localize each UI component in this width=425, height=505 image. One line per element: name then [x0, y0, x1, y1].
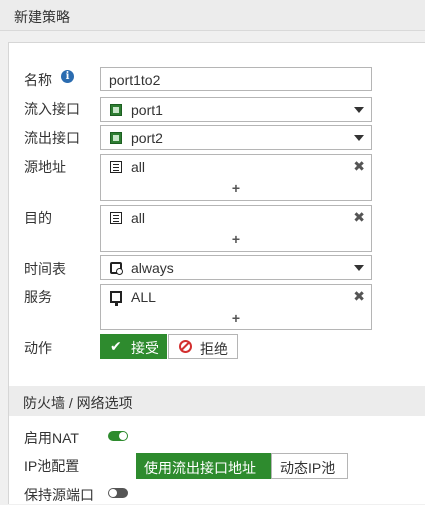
- deny-button[interactable]: 拒绝: [168, 334, 238, 359]
- service-icon: [110, 291, 122, 306]
- remove-icon[interactable]: ✖: [353, 288, 365, 305]
- destination-address-field[interactable]: all ✖ +: [100, 205, 372, 252]
- accept-label: 接受: [131, 340, 159, 356]
- schedule-select[interactable]: always: [100, 255, 372, 280]
- dialog-title: 新建策略: [14, 9, 70, 25]
- source-address-label: 源地址: [24, 159, 66, 175]
- firewall-section-header: 防火墙 / 网络选项: [9, 386, 425, 416]
- add-icon[interactable]: +: [101, 180, 371, 196]
- address-icon: [110, 161, 122, 173]
- port-icon: [110, 104, 122, 116]
- service-value: ALL: [131, 289, 156, 305]
- ban-icon: [179, 340, 192, 353]
- info-icon[interactable]: i: [61, 70, 74, 83]
- accept-button[interactable]: ✔ 接受: [100, 334, 167, 359]
- schedule-icon: [110, 262, 123, 275]
- toggle-knob: [109, 489, 117, 497]
- service-field[interactable]: ALL ✖ +: [100, 284, 372, 330]
- outgoing-interface-select[interactable]: port2: [100, 125, 372, 150]
- chevron-down-icon[interactable]: [354, 107, 364, 113]
- policy-form: 名称 i port1to2 流入接口 port1 流出接口 port2 源地址 …: [8, 42, 425, 504]
- ip-pool-option-outgoing-label: 使用流出接口地址: [144, 460, 256, 476]
- chevron-down-icon[interactable]: [354, 135, 364, 141]
- remove-icon[interactable]: ✖: [353, 158, 365, 175]
- service-label: 服务: [24, 289, 52, 305]
- schedule-value: always: [131, 260, 174, 276]
- source-address-value: all: [131, 159, 146, 175]
- source-address-field[interactable]: all ✖ +: [100, 154, 372, 201]
- dialog-header: 新建策略: [0, 0, 425, 31]
- toggle-knob: [119, 432, 127, 440]
- incoming-interface-value: port1: [131, 102, 163, 118]
- name-label: 名称: [24, 72, 52, 88]
- ip-pool-option-dynamic-label: 动态IP池: [280, 460, 336, 476]
- add-icon[interactable]: +: [101, 231, 371, 247]
- nat-label: 启用NAT: [24, 430, 79, 446]
- name-input[interactable]: port1to2: [100, 67, 372, 91]
- outgoing-interface-value: port2: [131, 130, 163, 146]
- destination-address-value: all: [131, 210, 146, 226]
- port-icon: [110, 132, 122, 144]
- add-icon[interactable]: +: [101, 310, 371, 326]
- incoming-interface-label: 流入接口: [24, 101, 80, 117]
- check-icon: ✔: [110, 338, 122, 354]
- address-icon: [110, 212, 122, 224]
- nat-toggle[interactable]: [108, 431, 128, 441]
- schedule-label: 时间表: [24, 261, 66, 277]
- preserve-port-toggle[interactable]: [108, 488, 128, 498]
- action-label: 动作: [24, 340, 52, 356]
- ip-pool-option-dynamic[interactable]: 动态IP池: [271, 453, 348, 479]
- preserve-port-label: 保持源端口: [24, 487, 94, 503]
- incoming-interface-select[interactable]: port1: [100, 97, 372, 122]
- remove-icon[interactable]: ✖: [353, 209, 365, 226]
- ip-pool-label: IP池配置: [24, 458, 80, 474]
- name-input-value: port1to2: [109, 72, 161, 88]
- ip-pool-option-outgoing[interactable]: 使用流出接口地址: [136, 453, 271, 479]
- destination-label: 目的: [24, 210, 52, 226]
- firewall-section-title: 防火墙 / 网络选项: [23, 395, 133, 411]
- deny-label: 拒绝: [200, 341, 228, 357]
- chevron-down-icon[interactable]: [354, 265, 364, 271]
- outgoing-interface-label: 流出接口: [24, 130, 80, 146]
